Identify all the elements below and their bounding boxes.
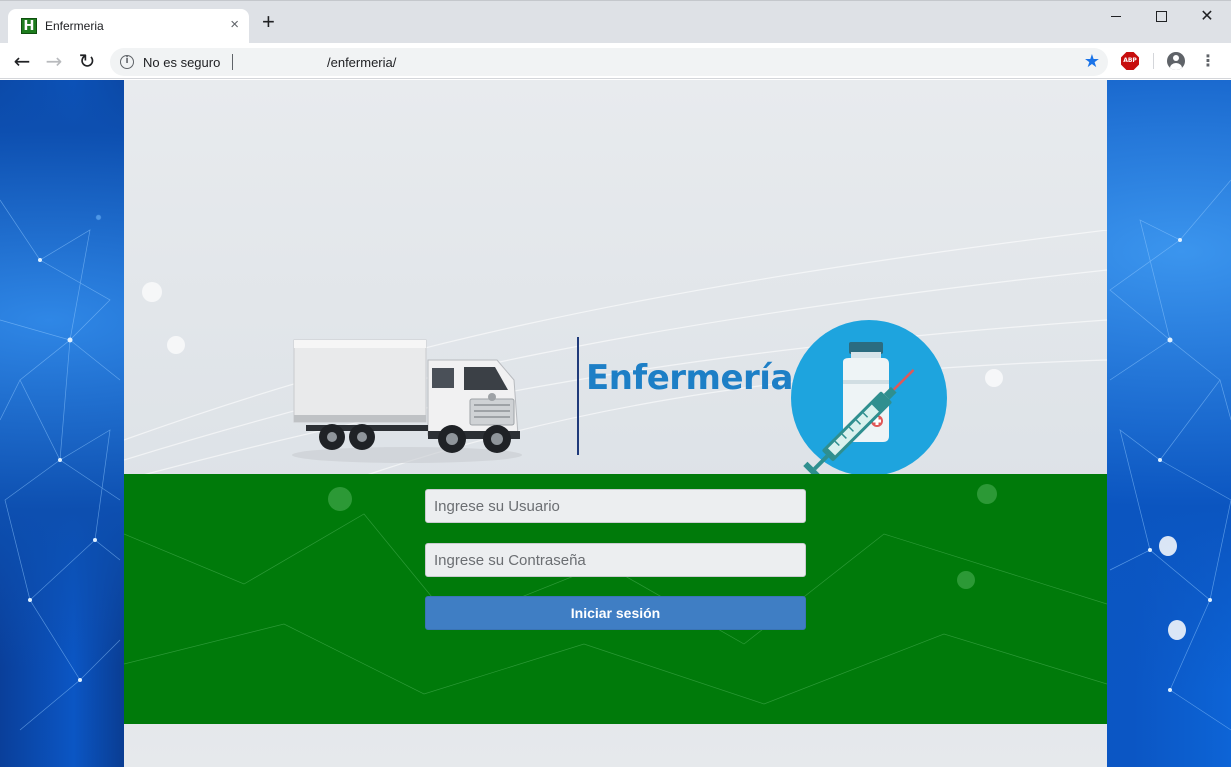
back-icon[interactable]: ← <box>10 49 34 73</box>
brand-title: Enfermería <box>586 358 793 398</box>
brand-divider <box>577 337 579 455</box>
address-bar[interactable]: i No es seguro /enfermeria/ ★ <box>110 48 1108 76</box>
reload-icon[interactable]: ↻ <box>75 49 99 73</box>
delivery-truck-image <box>292 339 522 463</box>
login-form-band: Iniciar sesión <box>124 474 1107 724</box>
url-text[interactable]: /enfermeria/ <box>327 55 396 70</box>
tab-title: Enfermeria <box>45 19 104 33</box>
forward-icon[interactable]: → <box>42 49 66 73</box>
username-input[interactable] <box>425 489 806 523</box>
info-icon[interactable]: i <box>120 55 134 69</box>
login-button[interactable]: Iniciar sesión <box>425 596 806 630</box>
active-tab[interactable]: H Enfermeria × <box>8 9 249 44</box>
page-viewport: Enfermería Ingrese su Usuario Iniciar se… <box>0 80 1231 767</box>
password-input[interactable] <box>425 543 806 577</box>
profile-icon[interactable] <box>1167 52 1185 70</box>
adblock-plus-icon[interactable]: ABP <box>1121 52 1139 70</box>
new-tab-button[interactable]: + <box>262 11 275 33</box>
minimize-window-button[interactable] <box>1107 7 1127 27</box>
browser-toolbar: ← → ↻ i No es seguro /enfermeria/ ★ ABP … <box>0 43 1231 79</box>
toolbar-separator <box>1153 53 1154 69</box>
tab-strip: H Enfermeria × + ✕ <box>0 0 1231 44</box>
site-favicon-icon: H <box>21 18 37 34</box>
close-tab-icon[interactable]: × <box>230 16 239 33</box>
bookmark-star-icon[interactable]: ★ <box>1084 51 1100 72</box>
menu-icon[interactable]: ⋮ <box>1200 50 1216 72</box>
maximize-window-button[interactable] <box>1152 7 1172 27</box>
address-separator <box>232 54 233 70</box>
login-page: Enfermería Ingrese su Usuario Iniciar se… <box>124 80 1107 767</box>
vaccine-syringe-icon <box>791 320 947 478</box>
security-label[interactable]: No es seguro <box>143 55 220 70</box>
close-window-button[interactable]: ✕ <box>1197 7 1217 27</box>
